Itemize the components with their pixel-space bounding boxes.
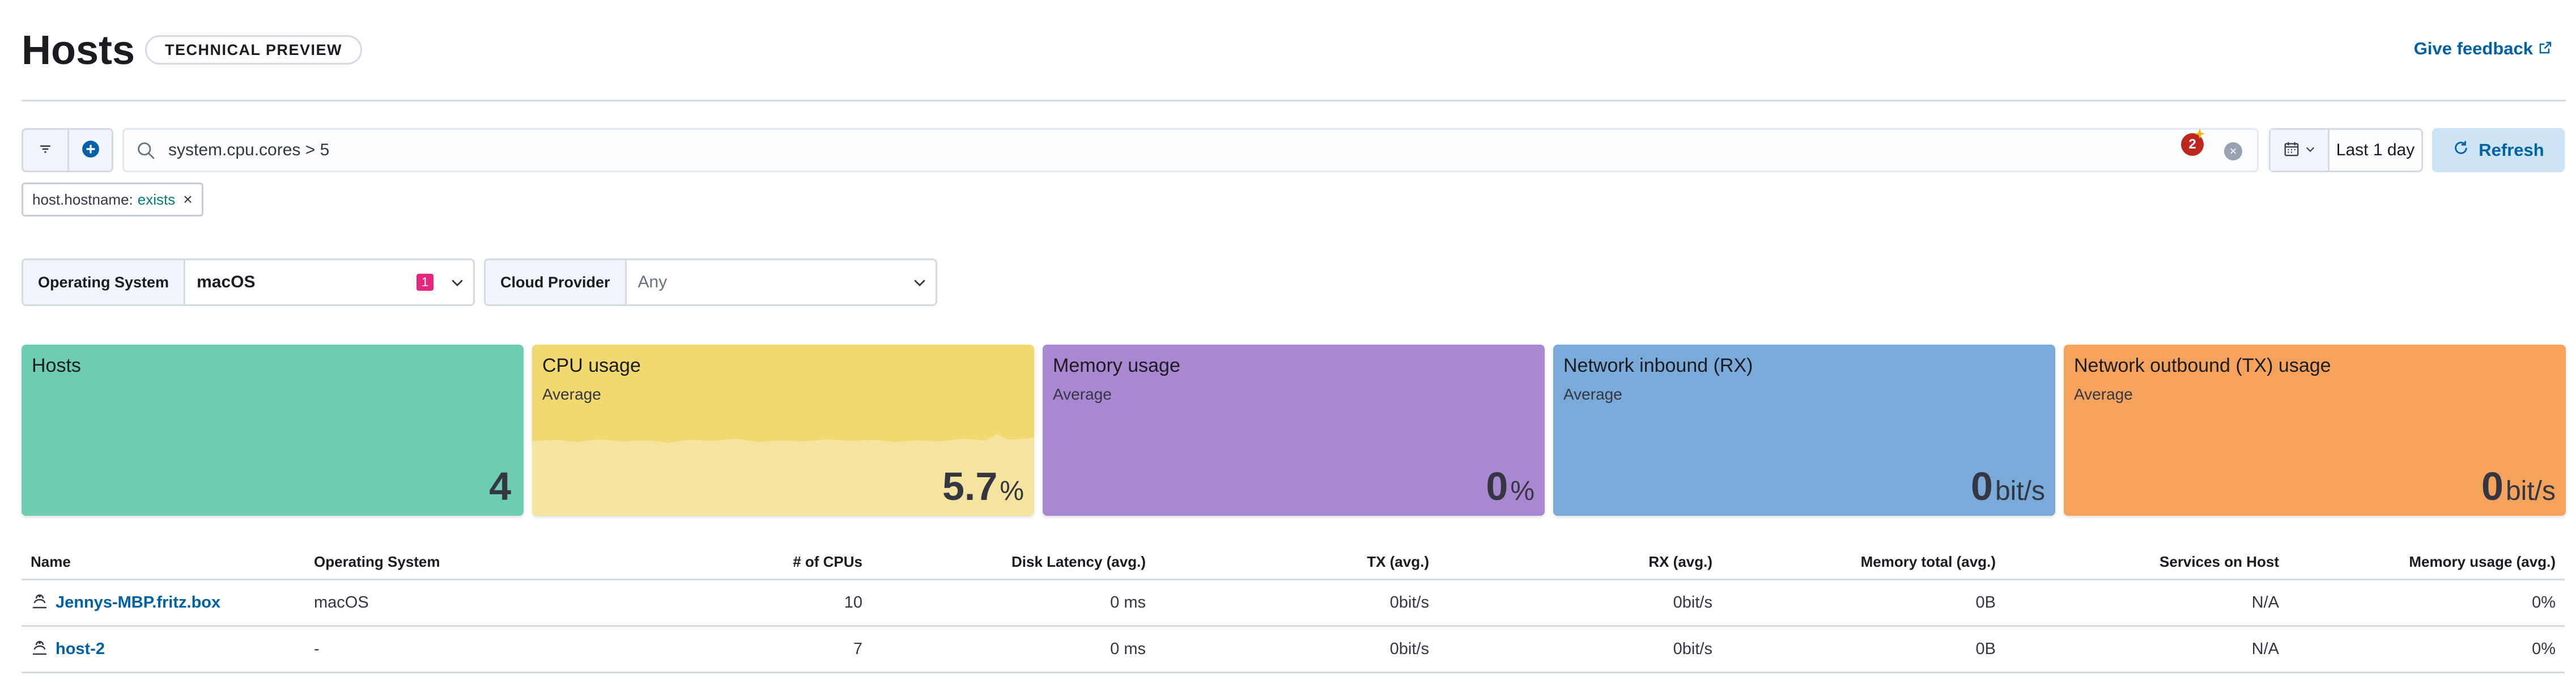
kpi-value: 0bit/s (2481, 464, 2556, 508)
table-row: Jennys-MBP.fritz.box macOS 10 0 ms 0bit/… (22, 580, 2565, 627)
kpi-subtitle: Average (542, 385, 601, 403)
cell-services: N/A (2251, 593, 2279, 612)
cell-rx: 0bit/s (1673, 593, 1712, 612)
hosts-table: Name Operating System # of CPUs Disk Lat… (22, 545, 2565, 673)
filter-button-group (22, 128, 113, 172)
cloud-provider-value: Any (637, 273, 668, 291)
chevron-down-icon[interactable] (441, 260, 473, 304)
header-divider (22, 100, 2566, 101)
column-header-rx[interactable]: RX (avg.) (1438, 553, 1721, 571)
cell-services: N/A (2251, 640, 2279, 658)
column-header-name[interactable]: Name (22, 553, 305, 571)
filter-menu-button[interactable] (23, 130, 67, 171)
kpi-tile-memory: Memory usage Average 0% (1043, 345, 1545, 516)
date-range-label[interactable]: Last 1 day (2330, 130, 2421, 171)
kpi-subtitle: Average (1563, 385, 1622, 403)
kpi-title: Network inbound (RX) (1563, 355, 1753, 376)
cell-memory-total: 0B (1975, 593, 1996, 612)
sparkle-icon (2195, 129, 2205, 142)
cell-tx: 0bit/s (1389, 640, 1429, 658)
kpi-subtitle: Average (2074, 385, 2133, 403)
external-link-icon (2539, 39, 2552, 59)
table-row: host-2 - 7 0 ms 0bit/s 0bit/s 0B N/A 0% (22, 627, 2565, 673)
cell-tx: 0bit/s (1389, 593, 1429, 612)
kpi-value: 4 (489, 464, 511, 508)
quick-menu-button[interactable] (2271, 130, 2330, 171)
column-header-os[interactable]: Operating System (305, 553, 588, 571)
filter-pill-field: host.hostname: (32, 191, 133, 208)
cell-rx: 0bit/s (1673, 640, 1712, 658)
kpi-tile-network-inbound: Network inbound (RX) Average 0bit/s (1553, 345, 2055, 516)
cloud-provider-label: Cloud Provider (486, 260, 627, 304)
host-icon (31, 592, 49, 614)
column-header-services[interactable]: Services on Host (2005, 553, 2288, 571)
give-feedback-label: Give feedback (2413, 39, 2533, 58)
host-name-link[interactable]: host-2 (22, 638, 305, 661)
kpi-subtitle: Average (1053, 385, 1112, 403)
chevron-down-icon[interactable] (904, 260, 936, 304)
plus-circle-icon (81, 139, 100, 162)
search-icon (137, 141, 156, 163)
refresh-label: Refresh (2479, 140, 2544, 160)
column-header-memory-usage[interactable]: Memory usage (avg.) (2288, 553, 2565, 571)
cloud-provider-control[interactable]: Cloud Provider Any (484, 258, 937, 306)
technical-preview-badge: TECHNICAL PREVIEW (145, 35, 363, 65)
column-header-cpus[interactable]: # of CPUs (588, 553, 872, 571)
selection-count-badge: 1 (416, 274, 433, 291)
filter-icon (37, 141, 53, 160)
column-header-disk-latency[interactable]: Disk Latency (avg.) (872, 553, 1155, 571)
kpi-value: 0bit/s (1971, 464, 2045, 508)
column-header-memory-total[interactable]: Memory total (avg.) (1721, 553, 2005, 571)
date-picker[interactable]: Last 1 day (2269, 128, 2423, 172)
cell-memory-usage: 0% (2532, 640, 2556, 658)
cell-cpus: 7 (853, 640, 862, 658)
column-header-tx[interactable]: TX (avg.) (1155, 553, 1438, 571)
operating-system-label: Operating System (23, 260, 186, 304)
operating-system-value: macOS (197, 273, 256, 291)
cell-disk-latency: 0 ms (1110, 593, 1146, 612)
kpi-title: Memory usage (1053, 355, 1180, 376)
kpi-title: Hosts (32, 355, 81, 376)
give-feedback-link[interactable]: Give feedback (2414, 39, 2552, 59)
cell-cpus: 10 (844, 593, 862, 612)
page-title: Hosts (22, 28, 135, 73)
filter-pill[interactable]: host.hostname: exists × (22, 183, 203, 217)
kpi-tile-cpu: CPU usage Average 5.7% (532, 345, 1034, 516)
table-header: Name Operating System # of CPUs Disk Lat… (22, 545, 2565, 580)
search-input[interactable]: system.cpu.cores > 5 (168, 130, 329, 171)
cell-memory-usage: 0% (2532, 593, 2556, 612)
search-bar[interactable]: system.cpu.cores > 5 2 × (122, 128, 2259, 172)
cell-disk-latency: 0 ms (1110, 640, 1146, 658)
refresh-button[interactable]: Refresh (2432, 128, 2565, 172)
filter-pill-value: exists (137, 191, 176, 208)
chevron-down-icon (2305, 143, 2316, 158)
refresh-icon (2452, 139, 2469, 161)
host-icon (31, 638, 49, 661)
kpi-tile-hosts: Hosts 4 (22, 345, 524, 516)
kpi-title: CPU usage (542, 355, 641, 376)
host-name-link[interactable]: Jennys-MBP.fritz.box (22, 592, 305, 614)
kpi-value: 0% (1486, 464, 1534, 508)
calendar-icon (2283, 141, 2300, 160)
operating-system-control[interactable]: Operating System macOS 1 (22, 258, 475, 306)
add-filter-button[interactable] (67, 130, 112, 171)
remove-filter-icon[interactable]: × (183, 184, 192, 215)
kpi-value: 5.7% (942, 464, 1024, 508)
cell-memory-total: 0B (1975, 640, 1996, 658)
kpi-title: Network outbound (TX) usage (2074, 355, 2331, 376)
clear-search-icon[interactable]: × (2224, 142, 2242, 160)
cell-os: - (314, 640, 320, 658)
kpi-tile-network-outbound: Network outbound (TX) usage Average 0bit… (2064, 345, 2566, 516)
cell-os: macOS (314, 593, 369, 612)
